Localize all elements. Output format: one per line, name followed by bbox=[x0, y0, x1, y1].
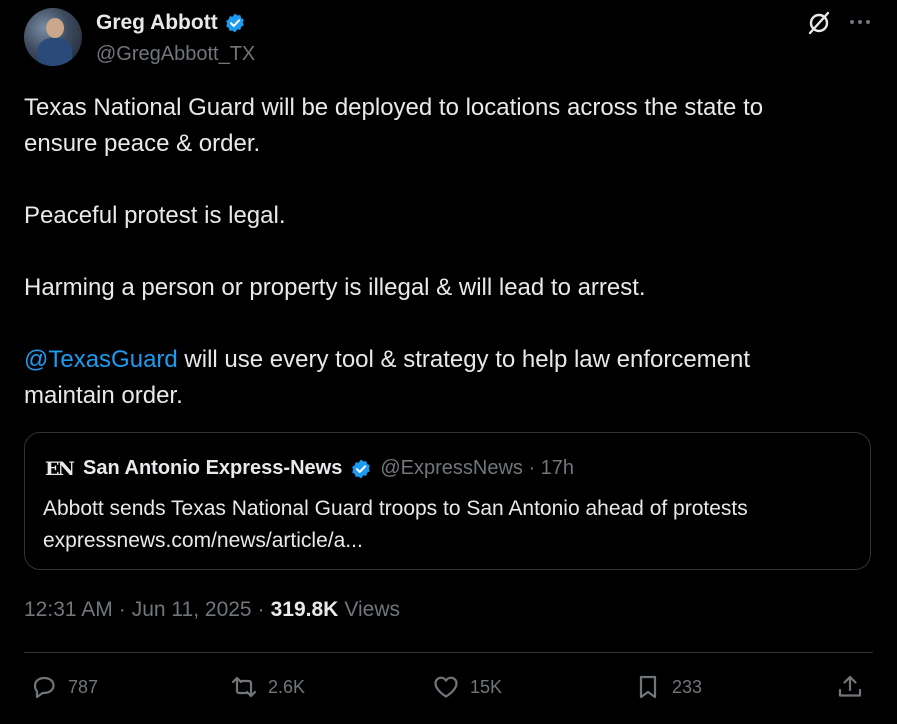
meta-separator: · bbox=[257, 598, 265, 621]
quote-headline: Abbott sends Texas National Guard troops… bbox=[43, 497, 748, 520]
tweet-line: Peaceful protest is legal. bbox=[24, 202, 286, 229]
author-display-name[interactable]: Greg Abbott bbox=[96, 11, 218, 35]
reply-button[interactable]: 787 bbox=[30, 673, 98, 701]
verified-badge-icon bbox=[225, 13, 244, 33]
author-name-row: Greg Abbott bbox=[96, 11, 246, 35]
quote-display-name: San Antonio Express-News bbox=[83, 457, 343, 479]
tweet-line: Harming a person or property is illegal … bbox=[24, 274, 646, 301]
like-count: 15K bbox=[470, 676, 503, 697]
views-count: 319.8K bbox=[270, 598, 339, 621]
bookmark-icon bbox=[639, 675, 657, 699]
repost-button[interactable]: 2.6K bbox=[230, 673, 305, 701]
like-button[interactable]: 15K bbox=[432, 673, 502, 701]
tweet-line: Texas National Guard will be deployed to… bbox=[24, 94, 764, 121]
author-handle[interactable]: @GregAbbott_TX bbox=[96, 43, 255, 66]
repost-count: 2.6K bbox=[268, 676, 306, 697]
views-label: Views bbox=[344, 598, 400, 621]
tweet-time[interactable]: 12:31 AM bbox=[24, 598, 113, 622]
reply-count: 787 bbox=[68, 676, 99, 697]
heart-icon bbox=[434, 676, 458, 698]
more-options-icon[interactable] bbox=[848, 12, 872, 32]
quote-avatar-logo: EN bbox=[45, 457, 75, 480]
tweet-line: ensure peace & order. bbox=[24, 130, 261, 157]
quote-verified-badge-icon bbox=[352, 459, 371, 478]
tweet-meta: 12:31 AM · Jun 11, 2025 · 319.8K Views bbox=[24, 598, 400, 622]
quote-handle-time: @ExpressNews · 17h bbox=[380, 457, 575, 479]
mention-link[interactable]: @TexasGuard bbox=[24, 346, 178, 373]
quoted-tweet-card[interactable]: EN San Antonio Express-News @ExpressNews… bbox=[24, 432, 871, 570]
quote-link: expressnews.com/news/article/a... bbox=[43, 529, 363, 552]
bookmark-button[interactable]: 233 bbox=[634, 673, 702, 701]
share-button[interactable] bbox=[836, 673, 864, 701]
repost-icon bbox=[231, 676, 257, 698]
meta-separator: · bbox=[118, 598, 126, 621]
author-avatar[interactable] bbox=[24, 8, 82, 66]
tweet-line: maintain order. bbox=[24, 382, 183, 409]
quote-header: EN San Antonio Express-News @ExpressNews… bbox=[45, 457, 574, 480]
tweet-line-mention: @TexasGuard will use every tool & strate… bbox=[24, 342, 874, 378]
tweet-date[interactable]: Jun 11, 2025 bbox=[132, 598, 252, 622]
grok-icon[interactable] bbox=[806, 10, 832, 36]
reply-icon bbox=[33, 676, 55, 699]
divider bbox=[24, 652, 873, 653]
tweet-text: Texas National Guard will be deployed to… bbox=[24, 90, 874, 414]
share-icon bbox=[838, 675, 862, 697]
tweet-line-rest: will use every tool & strategy to help l… bbox=[177, 346, 751, 373]
tweet-header: Greg Abbott @GregAbbott_TX bbox=[0, 0, 897, 80]
bookmark-count: 233 bbox=[672, 676, 703, 697]
